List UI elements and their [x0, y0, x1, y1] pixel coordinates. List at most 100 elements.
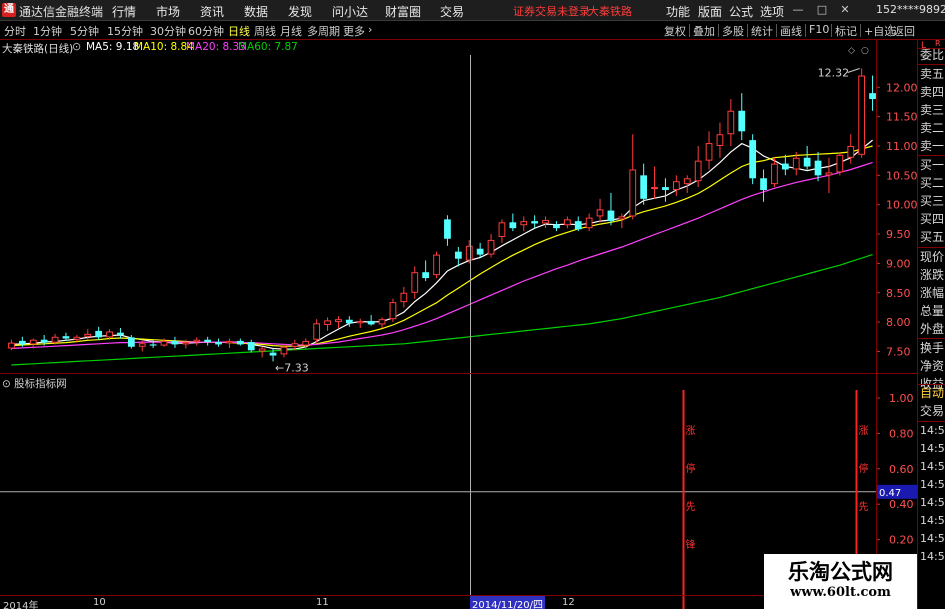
- candle-down: [781, 163, 789, 170]
- rp-buy3: 买三: [920, 194, 945, 208]
- price-axis-label: 10.50: [886, 169, 917, 182]
- trade-login-notice[interactable]: 证券交易未登录: [513, 3, 590, 19]
- candle-up: [672, 181, 680, 191]
- menu-news[interactable]: 资讯: [200, 3, 224, 20]
- indicator-axis-label: 1.00: [889, 392, 914, 405]
- candle-down: [127, 337, 135, 347]
- signal-char: 停: [859, 462, 869, 475]
- period-multi[interactable]: 多周期: [307, 23, 340, 39]
- menu-wealth-circle[interactable]: 财富圈: [385, 3, 421, 20]
- menu-data[interactable]: 数据: [244, 3, 268, 20]
- indicator-header: ⊙ 股标指标网: [2, 376, 67, 391]
- candle-up: [51, 336, 59, 343]
- rp-auto-tab[interactable]: 自动: [920, 384, 945, 402]
- candle-down: [367, 320, 375, 325]
- candle-up: [335, 319, 342, 323]
- period-monthly[interactable]: 月线: [280, 23, 302, 39]
- signal-char: 先: [686, 501, 696, 513]
- stock-name-link[interactable]: 大秦铁路: [588, 3, 632, 19]
- indicator-axis-label: 0.20: [889, 534, 914, 547]
- candle-up: [694, 160, 702, 182]
- separator: [718, 24, 719, 37]
- rp-outer: 外盘: [920, 322, 945, 336]
- quote-panel: L R 委比 卖五 卖四 卖三 卖二 卖一 买一 买二 买三 买四 买五 现价 …: [917, 40, 945, 609]
- menu-trade[interactable]: 交易: [440, 3, 464, 20]
- mark-button[interactable]: 标记: [835, 23, 857, 39]
- indicator-settings-icon[interactable]: ⊙: [2, 378, 11, 390]
- period-5min[interactable]: 5分钟: [70, 23, 99, 39]
- menu-market[interactable]: 市场: [156, 3, 180, 20]
- menu-options[interactable]: 选项: [760, 3, 784, 20]
- separator: [747, 24, 748, 37]
- multi-stock-button[interactable]: 多股: [722, 23, 744, 39]
- rp-turnover: 换手: [920, 341, 945, 355]
- adjust-button[interactable]: 复权: [664, 23, 686, 39]
- menu-discover[interactable]: 发现: [288, 3, 312, 20]
- rp-time: 14:56: [920, 478, 945, 491]
- minimize-button[interactable]: —: [791, 2, 805, 18]
- menu-functions[interactable]: 功能: [666, 3, 690, 20]
- candle-down: [62, 336, 70, 339]
- menu-bar: 通 通达信金融终端 行情 市场 资讯 数据 发现 问小达 财富圈 交易 证券交易…: [0, 0, 945, 21]
- candle-up: [106, 331, 113, 338]
- period-weekly[interactable]: 周线: [254, 23, 276, 39]
- low-price-label: ←7.33: [275, 361, 309, 374]
- period-more[interactable]: 更多: [343, 23, 365, 39]
- rp-buy1: 买一: [920, 158, 945, 172]
- draw-line-button[interactable]: 画线: [780, 23, 802, 39]
- period-30min[interactable]: 30分钟: [150, 23, 186, 39]
- candle-up: [291, 343, 299, 347]
- app-name: 通达信金融终端: [19, 5, 104, 19]
- candle-up: [182, 342, 190, 345]
- candle-down: [444, 219, 451, 239]
- separator: [831, 24, 832, 37]
- candle-down: [749, 140, 757, 179]
- menu-quotes[interactable]: 行情: [112, 3, 136, 20]
- candle-down: [574, 221, 582, 230]
- period-1min[interactable]: 1分钟: [33, 23, 62, 39]
- kline-chart[interactable]: 12.00 11.50 11.00 10.50 10.00 9.50 9.00 8.50 8.0…: [0, 40, 917, 609]
- rp-price: 现价: [920, 250, 945, 264]
- close-button[interactable]: ✕: [838, 2, 852, 18]
- candle-down: [454, 251, 462, 259]
- high-pointer: [847, 68, 860, 73]
- marker-diamond-icon: ◇: [848, 46, 855, 56]
- period-toolbar: 分时 1分钟 5分钟 15分钟 30分钟 60分钟 日线 周线 月线 多周期 更…: [0, 21, 945, 40]
- candle-up: [84, 333, 92, 337]
- cursor-date-label: 2014/11/20/四: [470, 596, 546, 609]
- menu-formula[interactable]: 公式: [729, 3, 753, 20]
- menu-layout[interactable]: 版面: [698, 3, 722, 20]
- period-60min[interactable]: 60分钟: [188, 23, 224, 39]
- rp-buy4: 买四: [920, 212, 945, 226]
- price-axis-label: 8.00: [886, 316, 911, 329]
- candle-down: [531, 221, 539, 224]
- candle-down: [18, 340, 26, 345]
- stats-button[interactable]: 统计: [751, 23, 773, 39]
- menu-ask-xiaoda[interactable]: 问小达: [332, 3, 368, 20]
- period-tick[interactable]: 分时: [4, 23, 26, 39]
- candle-up: [138, 343, 146, 347]
- watermark-url: www.60lt.com: [790, 585, 891, 600]
- candle-up: [433, 254, 440, 276]
- price-axis-label: 11.50: [886, 111, 917, 124]
- candle-up: [160, 340, 168, 346]
- candle-down: [40, 339, 48, 343]
- candle-up: [356, 320, 364, 324]
- candle-up: [727, 110, 735, 135]
- period-daily[interactable]: 日线: [228, 23, 250, 39]
- indicator-axis-label: 0.40: [889, 498, 914, 511]
- more-chevron-icon[interactable]: ›: [368, 23, 372, 36]
- maximize-button[interactable]: □: [815, 2, 829, 18]
- user-account[interactable]: 152****9892: [876, 3, 945, 16]
- rp-trade-tab[interactable]: 交易: [920, 402, 945, 420]
- overlay-button[interactable]: 叠加: [693, 23, 715, 39]
- high-price-label: 12.32: [818, 67, 850, 80]
- f10-button[interactable]: F10: [809, 23, 829, 36]
- candle-down: [607, 210, 615, 222]
- period-15min[interactable]: 15分钟: [107, 23, 143, 39]
- candle-down: [476, 248, 484, 255]
- candle-up: [705, 143, 713, 161]
- candle-up: [313, 323, 321, 340]
- ma-line-ma20: [11, 161, 873, 350]
- back-button[interactable]: 返回: [893, 23, 915, 39]
